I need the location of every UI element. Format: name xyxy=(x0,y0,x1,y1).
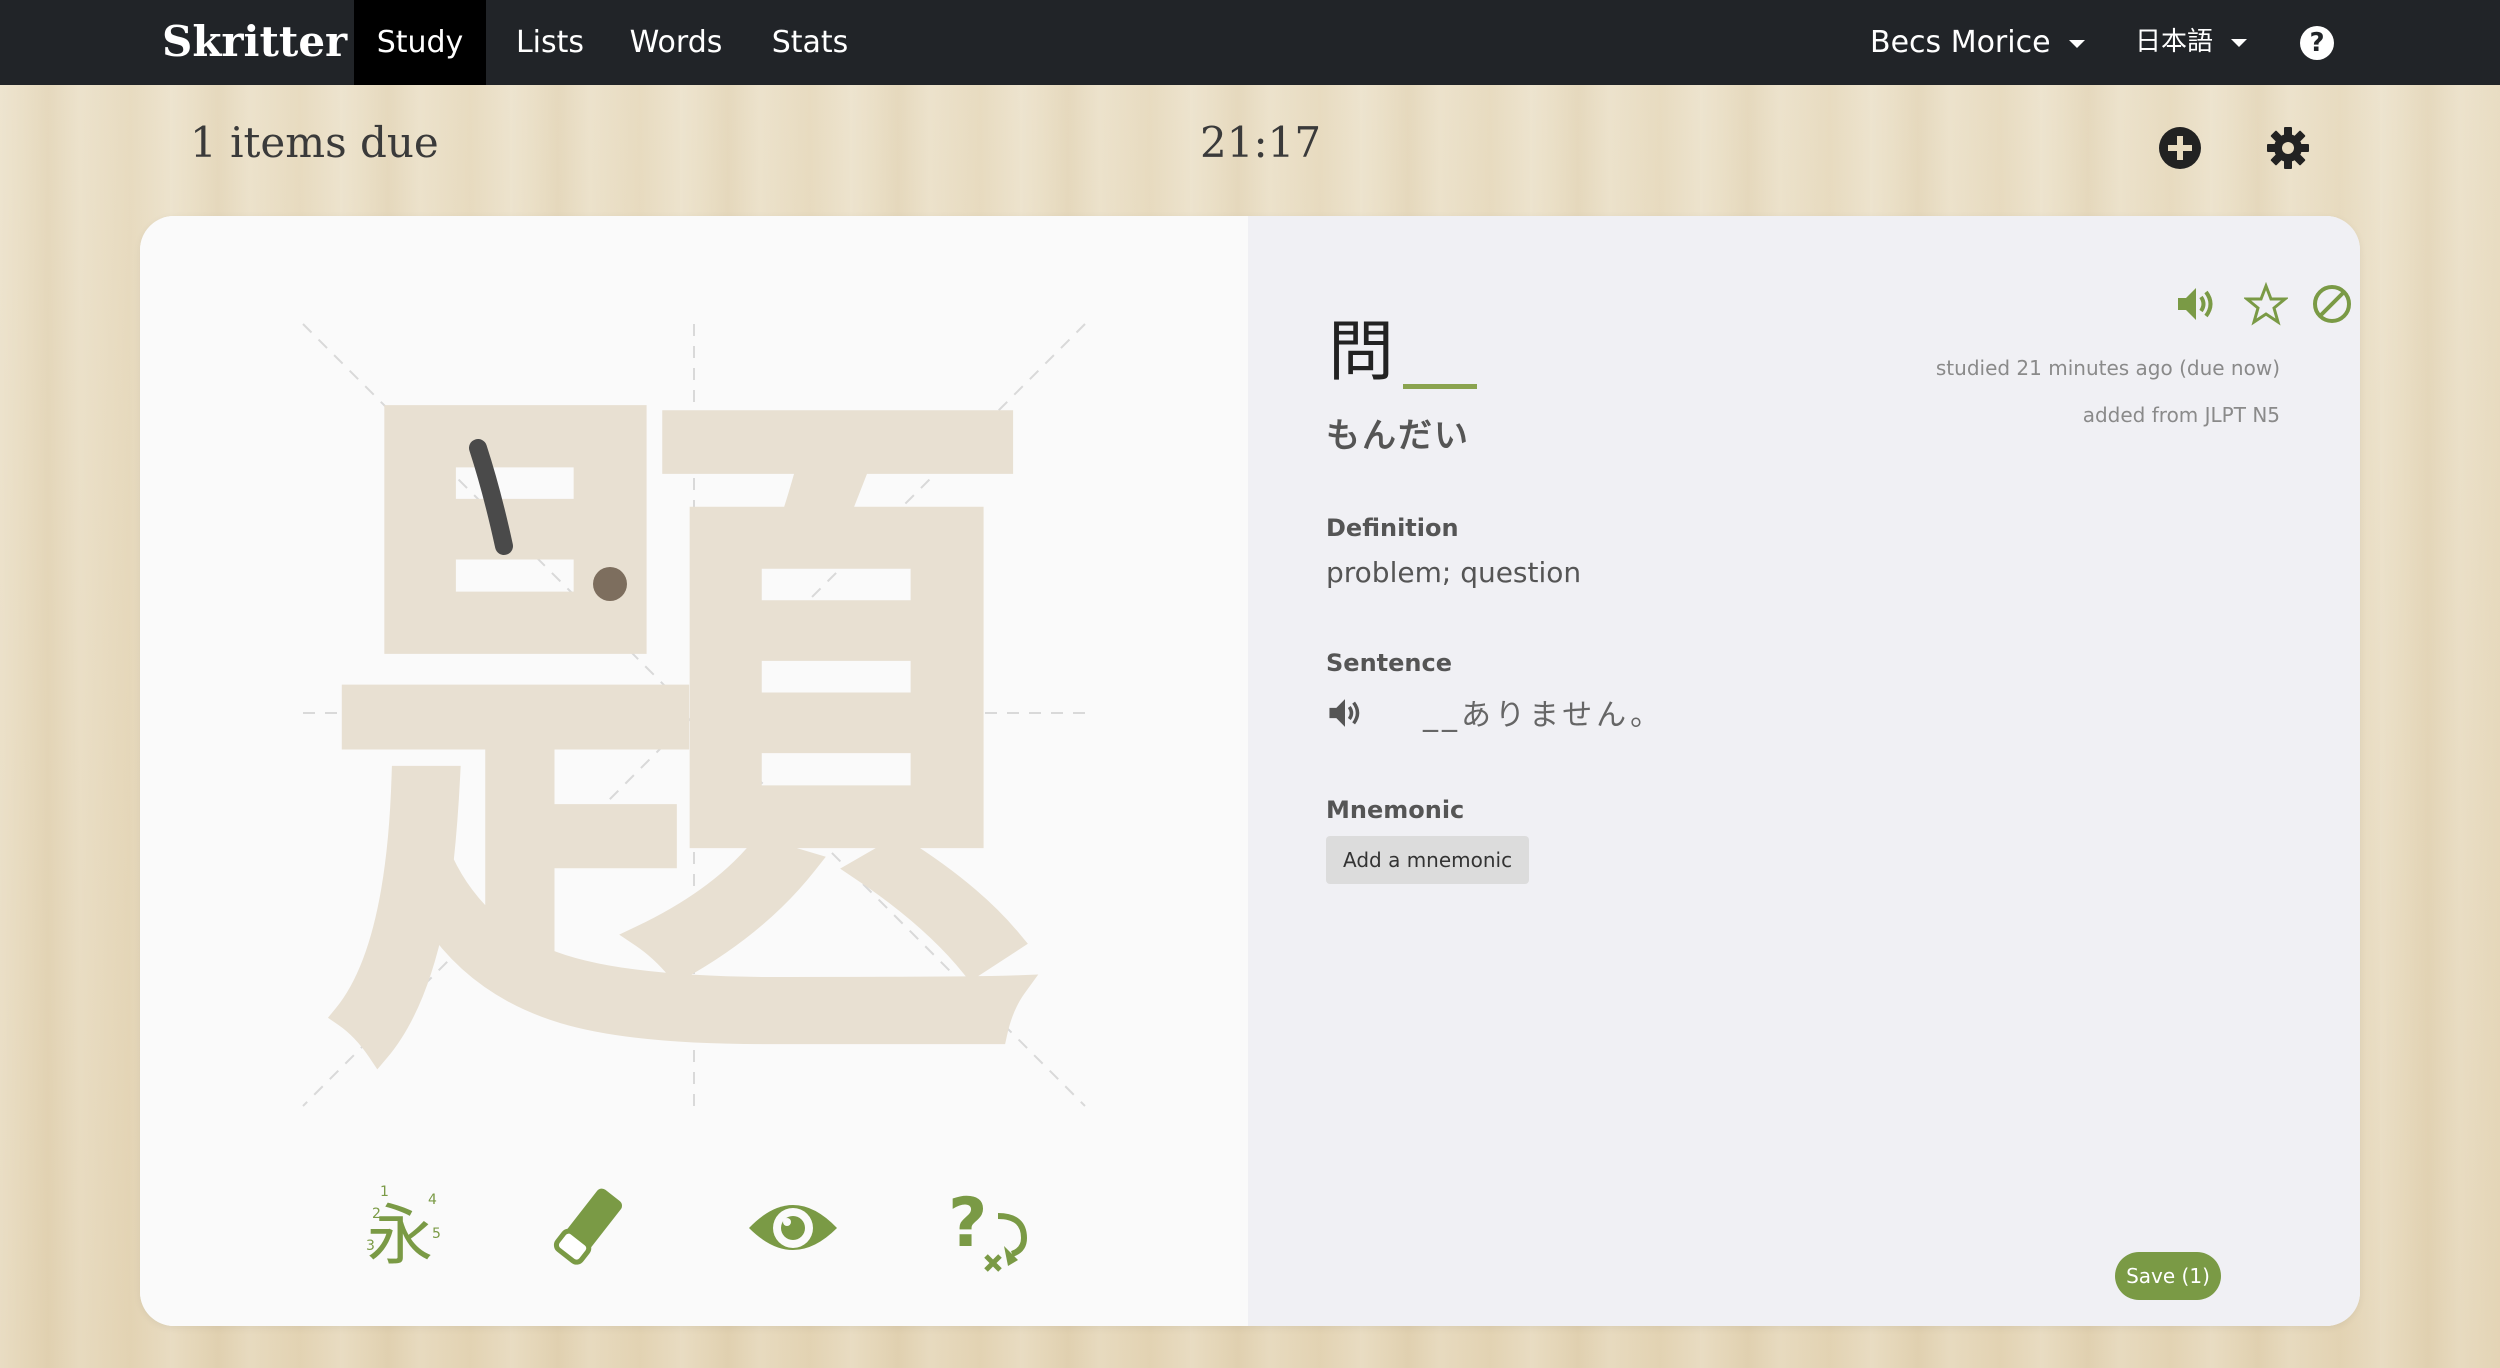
svg-text:3: 3 xyxy=(366,1238,375,1254)
writing-panel[interactable]: 題 永 1 2 3 4 5 ? xyxy=(140,216,1248,1326)
brand-logo[interactable]: Skritter xyxy=(162,14,347,70)
stroke-order-icon[interactable]: 永 1 2 3 4 5 xyxy=(350,1176,450,1276)
stroke-hint-dot xyxy=(593,567,627,601)
star-icon[interactable] xyxy=(2244,282,2288,326)
add-mnemonic-button[interactable]: Add a mnemonic xyxy=(1326,836,1530,884)
language-label: 日本語 xyxy=(2135,27,2214,57)
chevron-down-icon xyxy=(2231,38,2248,47)
definition-label: Definition xyxy=(1326,514,1459,542)
svg-text:4: 4 xyxy=(428,1192,437,1208)
word-first-character: 問 xyxy=(1328,313,1394,390)
question-reveal-icon[interactable]: ? xyxy=(938,1176,1038,1276)
save-button[interactable]: Save (1) xyxy=(2115,1252,2221,1300)
ghost-character: 題 xyxy=(320,315,1040,1161)
svg-text:2: 2 xyxy=(372,1206,381,1222)
word-blank-underline xyxy=(1403,384,1477,389)
added-from: added from JLPT N5 xyxy=(2082,403,2280,427)
nav-words[interactable]: Words xyxy=(620,0,732,85)
details-panel: 問 もんだい studied 21 minutes ago (due now) … xyxy=(1248,216,2360,1326)
sentence-text: __ありません。 xyxy=(1423,698,1665,733)
question-circle-icon[interactable]: ? xyxy=(2300,26,2334,60)
mnemonic-label: Mnemonic xyxy=(1326,796,1465,824)
ban-icon[interactable] xyxy=(2310,282,2354,326)
eye-icon[interactable] xyxy=(743,1176,843,1276)
nav-lists[interactable]: Lists xyxy=(500,0,600,85)
writing-canvas[interactable]: 題 xyxy=(140,216,1248,1326)
top-navbar: Skritter Study Lists Words Stats Becs Mo… xyxy=(0,0,2500,85)
svg-text:?: ? xyxy=(948,1184,987,1263)
study-timer: 21:17 xyxy=(1200,118,1322,167)
gear-icon[interactable] xyxy=(2266,126,2310,170)
svg-text:5: 5 xyxy=(432,1226,441,1242)
word-reading: もんだい xyxy=(1326,416,1470,456)
svg-text:1: 1 xyxy=(380,1184,389,1200)
chevron-down-icon xyxy=(2068,39,2085,48)
user-menu[interactable]: Becs Morice xyxy=(1870,0,2085,85)
definition-text: problem; question xyxy=(1326,556,1582,589)
studied-timestamp: studied 21 minutes ago (due now) xyxy=(1935,356,2280,380)
eraser-icon[interactable] xyxy=(540,1176,640,1276)
nav-stats[interactable]: Stats xyxy=(760,0,860,85)
plus-circle-icon[interactable] xyxy=(2158,126,2202,170)
sentence-audio-icon[interactable] xyxy=(1326,694,1364,732)
study-card: 題 永 1 2 3 4 5 ? 問 もんだい studied 21 minute… xyxy=(140,216,2360,1326)
nav-study[interactable]: Study xyxy=(354,0,486,85)
language-menu[interactable]: 日本語 xyxy=(2135,0,2248,85)
items-due-count: 1 items due xyxy=(190,118,439,167)
user-name: Becs Morice xyxy=(1870,25,2051,60)
audio-icon[interactable] xyxy=(2174,282,2218,326)
sentence-label: Sentence xyxy=(1326,649,1452,677)
